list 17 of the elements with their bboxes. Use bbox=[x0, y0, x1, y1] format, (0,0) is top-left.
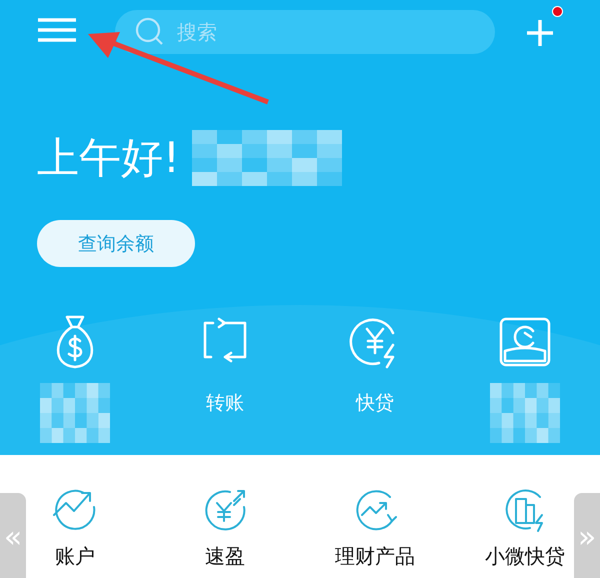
product-label: 速盈 bbox=[205, 543, 245, 570]
search-field[interactable]: 搜索 bbox=[115, 10, 495, 54]
previous-button[interactable]: « bbox=[0, 493, 26, 578]
menu-icon bbox=[38, 18, 76, 42]
mosaic-blur bbox=[40, 383, 110, 443]
product-label: 账户 bbox=[55, 543, 95, 570]
greeting-text: 上午好! bbox=[37, 132, 180, 184]
balance-button[interactable]: 查询余额 bbox=[37, 220, 195, 267]
mosaic-blur bbox=[490, 383, 560, 443]
next-button[interactable]: » bbox=[574, 493, 600, 578]
product-label: 小微快贷 bbox=[485, 543, 565, 570]
menu-button[interactable] bbox=[38, 18, 76, 42]
product-label: 理财产品 bbox=[335, 543, 415, 570]
search-icon bbox=[135, 16, 165, 46]
action-label: 转账 bbox=[206, 391, 244, 416]
plus-icon bbox=[527, 20, 553, 46]
action-label: 快贷 bbox=[356, 391, 394, 416]
